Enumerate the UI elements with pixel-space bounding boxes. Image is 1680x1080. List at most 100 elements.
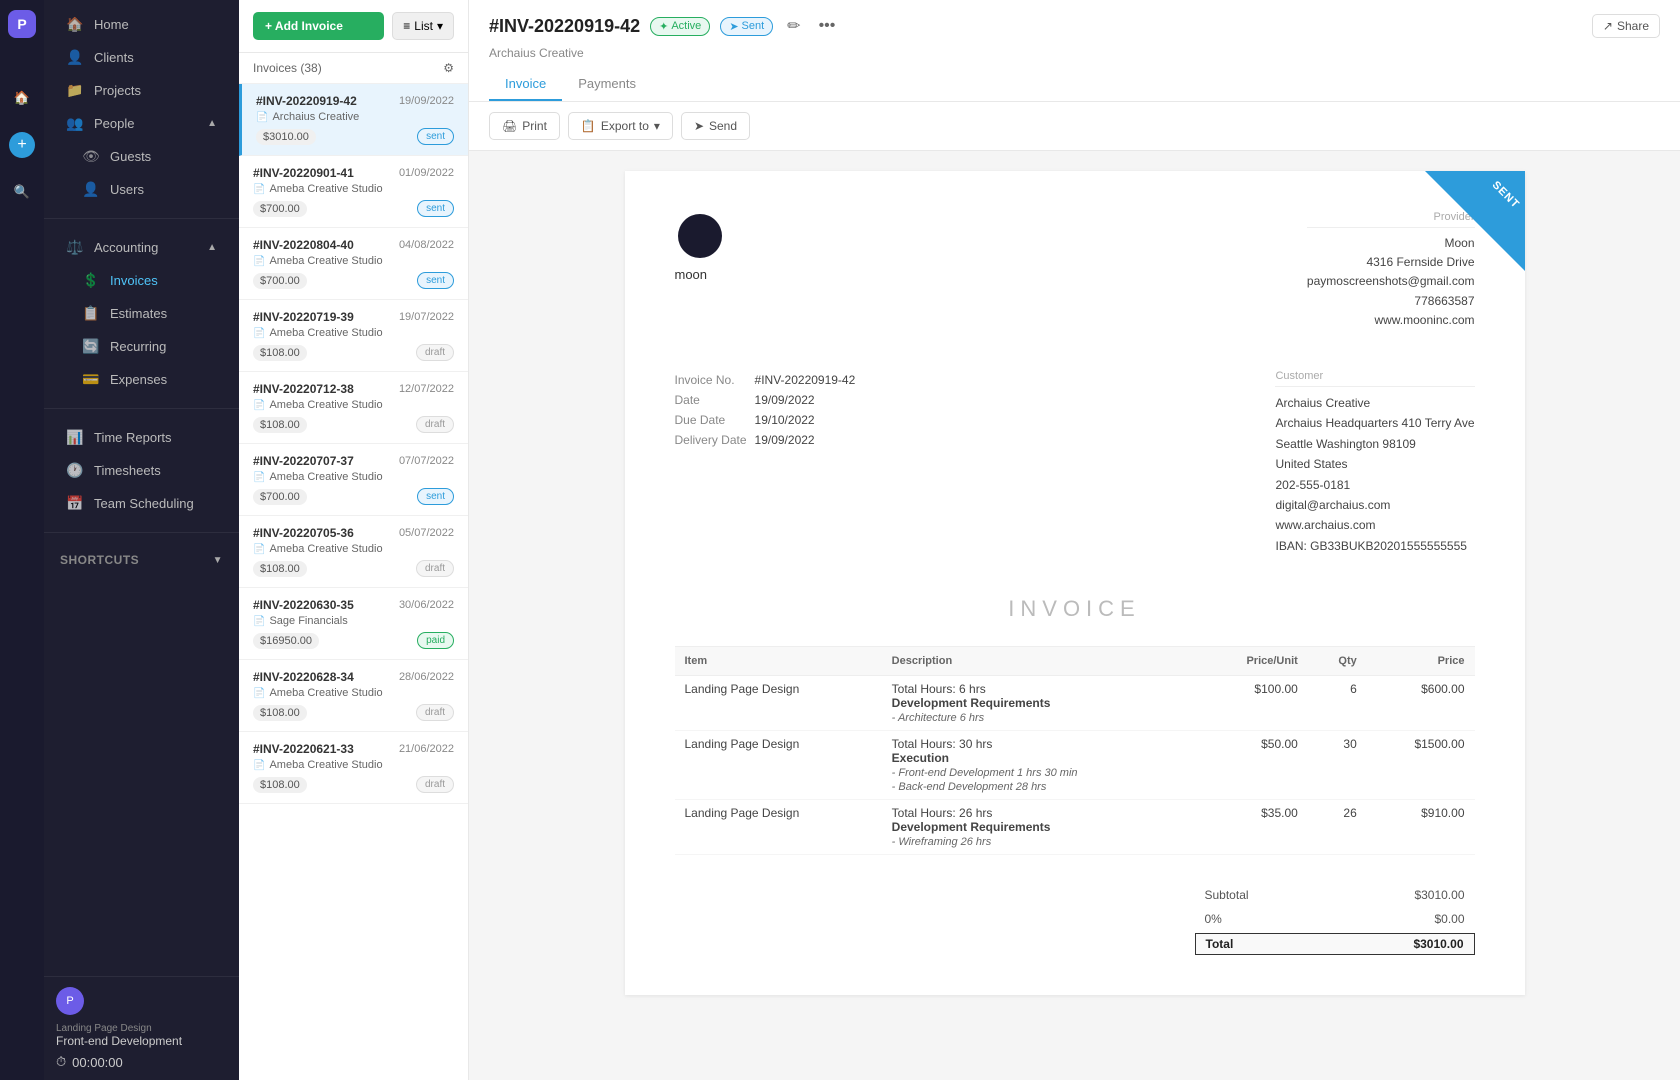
invoice-list-item[interactable]: #INV-20220804-40 04/08/2022 📄 Ameba Crea… [239, 228, 468, 300]
sent-icon: ➤ [729, 20, 738, 33]
invoice-item-num: #INV-20220705-36 [253, 526, 354, 540]
customer-country: United States [1275, 454, 1474, 474]
sidebar-item-accounting[interactable]: ⚖️ Accounting ▲ [50, 231, 233, 264]
list-view-button[interactable]: ≡ List ▾ [392, 12, 454, 40]
shortcuts-section: SHORTCUTS ▼ [44, 537, 239, 583]
export-button[interactable]: 📋 Export to ▾ [568, 112, 673, 140]
invoice-list-item[interactable]: #INV-20220919-42 19/09/2022 📄 Archaius C… [239, 84, 468, 156]
share-button[interactable]: ↗ Share [1592, 14, 1660, 38]
provider-logo: moon [675, 211, 725, 330]
sidebar-divider-3 [44, 532, 239, 533]
invoice-item-date: 30/06/2022 [399, 599, 454, 611]
delivery-date-value: 19/09/2022 [755, 430, 864, 450]
invoice-item-num: #INV-20220919-42 [256, 94, 357, 108]
add-invoice-button[interactable]: + Add Invoice [253, 12, 384, 40]
invoice-list-item[interactable]: #INV-20220707-37 07/07/2022 📄 Ameba Crea… [239, 444, 468, 516]
invoice-item-amount: $108.00 [253, 561, 307, 577]
invoice-item-client: 📄 Ameba Creative Studio [253, 471, 454, 483]
col-description: Description [882, 647, 1198, 676]
invoice-number-row: Invoice No. #INV-20220919-42 [675, 370, 864, 390]
shortcuts-collapse-icon: ▼ [213, 555, 223, 566]
invoice-id: #INV-20220919-42 [489, 16, 640, 37]
row-price-unit: $100.00 [1198, 676, 1308, 731]
invoice-list-item[interactable]: #INV-20220628-34 28/06/2022 📄 Ameba Crea… [239, 660, 468, 732]
invoice-no-value: #INV-20220919-42 [755, 370, 864, 390]
sidebar-item-estimates[interactable]: 📋 Estimates [50, 297, 233, 330]
invoice-list-item[interactable]: #INV-20220705-36 05/07/2022 📄 Ameba Crea… [239, 516, 468, 588]
people-icon: 👥 [66, 115, 84, 132]
invoice-list-item[interactable]: #INV-20220901-41 01/09/2022 📄 Ameba Crea… [239, 156, 468, 228]
sidebar-item-guests[interactable]: 👁 Guests [50, 140, 233, 173]
provider-logo-text: moon [675, 267, 708, 282]
invoice-list-item[interactable]: #INV-20220630-35 30/06/2022 📄 Sage Finan… [239, 588, 468, 660]
user-avatar[interactable]: P [56, 987, 84, 1015]
shortcuts-header: SHORTCUTS ▼ [44, 545, 239, 575]
sent-label: Sent [742, 20, 765, 32]
sidebar-item-home[interactable]: 🏠 Home [50, 8, 233, 41]
list-view-icon: ≡ [403, 19, 410, 33]
sidebar-item-timesheets[interactable]: 🕐 Timesheets [50, 454, 233, 487]
desc-sub: - Architecture 6 hrs [892, 712, 985, 724]
filter-icon[interactable]: ⚙ [443, 61, 454, 75]
app-logo[interactable]: P [8, 10, 36, 38]
send-button[interactable]: ➤ Send [681, 112, 750, 140]
invoice-item-amount: $700.00 [253, 273, 307, 289]
print-label: Print [522, 119, 547, 133]
provider-website: www.mooninc.com [1307, 311, 1475, 330]
invoice-table-head: Item Description Price/Unit Qty Price [675, 647, 1475, 676]
invoice-list-item[interactable]: #INV-20220621-33 21/06/2022 📄 Ameba Crea… [239, 732, 468, 804]
edit-button[interactable]: ✏ [783, 12, 804, 40]
invoices-count: Invoices (38) [253, 61, 322, 75]
invoice-item-status: sent [417, 488, 454, 505]
sidebar-item-time-reports[interactable]: 📊 Time Reports [50, 421, 233, 454]
date-label: Date [675, 390, 755, 410]
row-item: Landing Page Design [675, 731, 882, 800]
row-description: Total Hours: 6 hrs Development Requireme… [882, 676, 1198, 731]
sidebar-timesheets-label: Timesheets [94, 463, 161, 478]
more-button[interactable]: ••• [815, 13, 840, 39]
print-button[interactable]: 🖨 Print [489, 112, 560, 140]
desc-sub: - Front-end Development 1 hrs 30 min [892, 767, 1078, 779]
invoice-list-item[interactable]: #INV-20220712-38 12/07/2022 📄 Ameba Crea… [239, 372, 468, 444]
active-badge[interactable]: ✦ Active [650, 17, 710, 36]
invoice-item-date: 21/06/2022 [399, 743, 454, 755]
sidebar-team-scheduling-label: Team Scheduling [94, 496, 194, 511]
search-icon[interactable]: 🔍 [6, 176, 38, 208]
date-row: Date 19/09/2022 [675, 390, 864, 410]
sidebar-projects-label: Projects [94, 83, 141, 98]
sidebar-item-recurring[interactable]: 🔄 Recurring [50, 330, 233, 363]
invoice-item-status: draft [416, 344, 454, 361]
invoice-items: #INV-20220919-42 19/09/2022 📄 Archaius C… [239, 84, 468, 1080]
invoice-item-footer: $108.00 draft [253, 416, 454, 433]
sidebar-guests-label: Guests [110, 149, 151, 164]
client-icon: 📄 [253, 616, 265, 627]
invoice-item-num: #INV-20220719-39 [253, 310, 354, 324]
col-price: Price [1367, 647, 1475, 676]
invoice-item-amount: $16950.00 [253, 633, 319, 649]
invoice-header: #INV-20220919-42 ✦ Active ➤ Sent ✏ ••• ↗… [469, 0, 1680, 102]
tab-payments[interactable]: Payments [562, 68, 652, 101]
sidebar-item-people[interactable]: 👥 People ▲ [50, 107, 233, 140]
invoice-client-name: Archaius Creative [489, 46, 1660, 60]
sidebar-item-users[interactable]: 👤 Users [50, 173, 233, 206]
invoice-item-status: sent [417, 200, 454, 217]
sent-badge-header[interactable]: ➤ Sent [720, 17, 773, 36]
sidebar-item-team-scheduling[interactable]: 📅 Team Scheduling [50, 487, 233, 520]
expenses-icon: 💳 [82, 371, 100, 388]
icon-bar: P 🏠 + 🔍 [0, 0, 44, 1080]
sidebar-item-projects[interactable]: 📁 Projects [50, 74, 233, 107]
tab-invoice[interactable]: Invoice [489, 68, 562, 101]
invoice-list-item[interactable]: #INV-20220719-39 19/07/2022 📄 Ameba Crea… [239, 300, 468, 372]
other-section: 📊 Time Reports 🕐 Timesheets 📅 Team Sched… [44, 413, 239, 528]
client-icon: 📄 [253, 400, 265, 411]
invoice-item-date: 12/07/2022 [399, 383, 454, 395]
home-icon[interactable]: 🏠 [6, 82, 38, 114]
sidebar-bottom: P Landing Page Design Front-end Developm… [44, 976, 239, 1080]
row-item: Landing Page Design [675, 800, 882, 855]
tax-label: 0% [1205, 912, 1222, 926]
add-button[interactable]: + [9, 132, 35, 158]
sidebar-item-clients[interactable]: 👤 Clients [50, 41, 233, 74]
sidebar-item-expenses[interactable]: 💳 Expenses [50, 363, 233, 396]
sidebar-item-invoices[interactable]: 💲 Invoices [50, 264, 233, 297]
invoice-list-panel: + Add Invoice ≡ List ▾ Invoices (38) ⚙ #… [239, 0, 469, 1080]
